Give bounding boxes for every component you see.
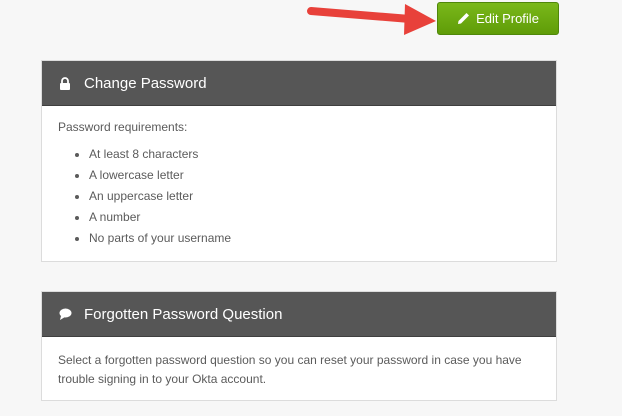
change-password-panel: Change Password Password requirements: A… — [41, 60, 557, 262]
requirement-item: A lowercase letter — [89, 165, 540, 186]
speech-bubble-icon — [58, 307, 72, 321]
forgotten-question-title: Forgotten Password Question — [84, 305, 283, 323]
forgotten-question-panel: Forgotten Password Question Select a for… — [41, 291, 557, 401]
requirement-item: An uppercase letter — [89, 186, 540, 207]
pencil-icon — [457, 12, 470, 25]
requirement-item: At least 8 characters — [89, 144, 540, 165]
edit-profile-button[interactable]: Edit Profile — [437, 2, 559, 35]
forgotten-question-header: Forgotten Password Question — [42, 292, 556, 337]
forgotten-question-description: Select a forgotten password question so … — [58, 353, 522, 386]
change-password-header: Change Password — [42, 61, 556, 106]
requirement-item: No parts of your username — [89, 228, 540, 249]
lock-icon — [58, 76, 72, 90]
requirements-list: At least 8 characters A lowercase letter… — [58, 144, 540, 249]
forgotten-question-body: Select a forgotten password question so … — [42, 337, 556, 399]
edit-profile-label: Edit Profile — [476, 11, 539, 26]
requirement-item: A number — [89, 207, 540, 228]
change-password-title: Change Password — [84, 74, 207, 92]
change-password-body: Password requirements: At least 8 charac… — [42, 106, 556, 259]
requirements-label: Password requirements: — [58, 120, 188, 134]
annotation-arrow — [307, 4, 436, 35]
